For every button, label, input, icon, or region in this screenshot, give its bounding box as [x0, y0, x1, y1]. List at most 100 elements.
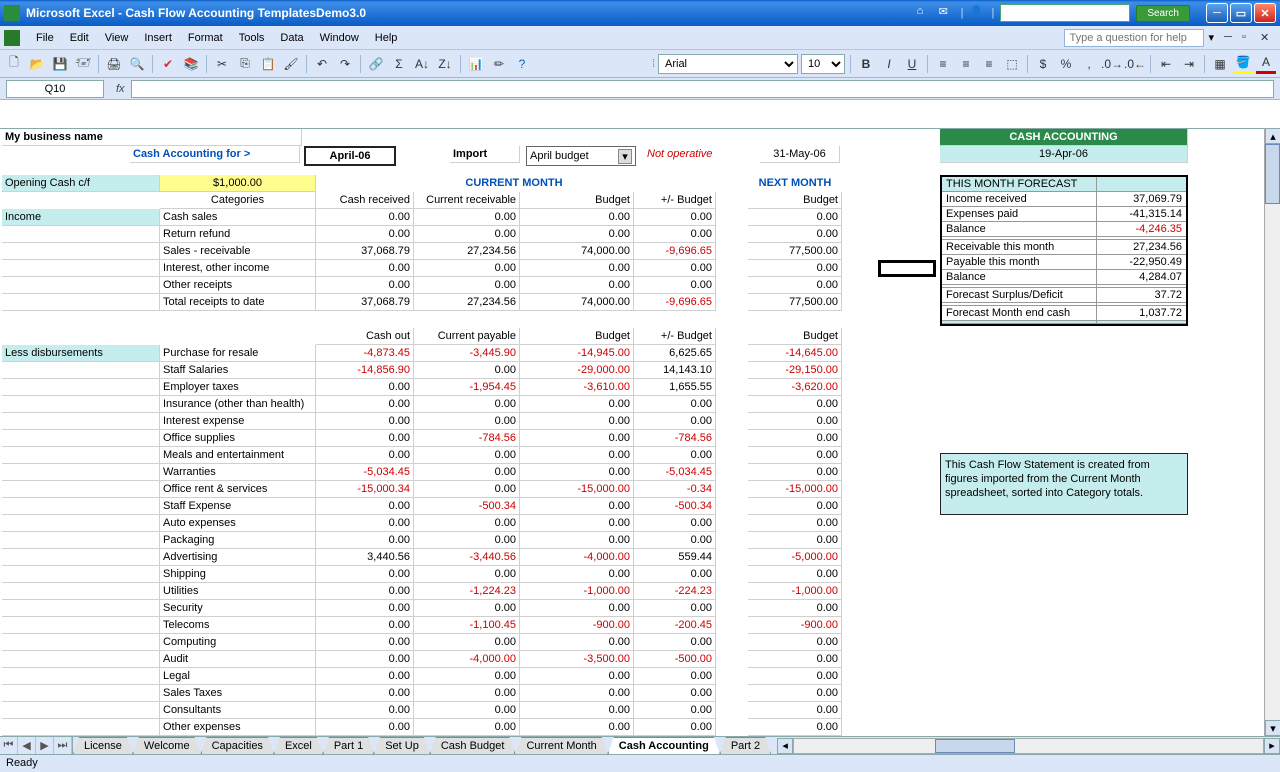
income-next-budget[interactable]: 0.00	[748, 260, 842, 277]
income-cash[interactable]: 37,068.79	[316, 243, 414, 260]
minimize-button[interactable]: ─	[1206, 3, 1228, 23]
sheet-tab-cash-accounting[interactable]: Cash Accounting	[608, 737, 720, 754]
mdi-restore-button[interactable]: ▫	[1242, 31, 1258, 45]
disb-cash[interactable]: 3,440.56	[316, 549, 414, 566]
forecast-row-label[interactable]	[942, 321, 1097, 323]
pm-budget-header[interactable]: +/- Budget	[634, 192, 716, 209]
opening-cash-value[interactable]: $1,000.00	[160, 175, 316, 192]
income-receivable[interactable]: 27,234.56	[414, 243, 520, 260]
disb-next-budget[interactable]: -15,000.00	[748, 481, 842, 498]
blank-cell[interactable]	[2, 481, 160, 498]
disb-payable[interactable]: 0.00	[414, 464, 520, 481]
underline-icon[interactable]: U	[902, 54, 922, 74]
income-receivable[interactable]: 27,234.56	[414, 294, 520, 311]
forecast-row-label[interactable]: Forecast Surplus/Deficit	[942, 288, 1097, 302]
disb-budget[interactable]: 0.00	[520, 413, 634, 430]
tab-first-icon[interactable]: ⏮	[0, 737, 18, 754]
blank-cell[interactable]	[2, 243, 160, 260]
blank-cell[interactable]	[2, 498, 160, 515]
permission-icon[interactable]: 🖅	[73, 54, 93, 74]
disb-payable[interactable]: -1,100.45	[414, 617, 520, 634]
mdi-close-button[interactable]: ✕	[1260, 31, 1276, 45]
disb-category[interactable]: Insurance (other than health)	[160, 396, 316, 413]
dropdown-arrow-icon[interactable]: ▾	[618, 149, 632, 164]
increase-indent-icon[interactable]: ⇥	[1179, 54, 1199, 74]
disbursements-label[interactable]: Less disbursements	[2, 345, 160, 362]
disb-category[interactable]: Shipping	[160, 566, 316, 583]
disb-next-budget[interactable]: -900.00	[748, 617, 842, 634]
sheet-tab-part-1[interactable]: Part 1	[323, 737, 374, 754]
decrease-indent-icon[interactable]: ⇤	[1156, 54, 1176, 74]
vertical-scrollbar[interactable]: ▴ ▾	[1264, 128, 1280, 736]
font-select[interactable]: Arial	[658, 54, 798, 74]
disb-next-budget[interactable]: 0.00	[748, 600, 842, 617]
income-next-budget[interactable]: 77,500.00	[748, 294, 842, 311]
forecast-row-value[interactable]	[1097, 303, 1186, 305]
disb-cash[interactable]: 0.00	[316, 719, 414, 736]
disb-payable[interactable]: -1,224.23	[414, 583, 520, 600]
disb-cash[interactable]: 0.00	[316, 651, 414, 668]
income-pm-budget[interactable]: 0.00	[634, 260, 716, 277]
blank-cell[interactable]	[2, 260, 160, 277]
disb-pm-budget[interactable]: 0.00	[634, 515, 716, 532]
forecast-row-label[interactable]: Balance	[942, 222, 1097, 236]
blank-cell[interactable]	[2, 515, 160, 532]
scroll-right-icon[interactable]: ▸	[1264, 738, 1280, 754]
forecast-row-value[interactable]	[1097, 237, 1186, 239]
disb-pm-budget[interactable]: 0.00	[634, 447, 716, 464]
income-category[interactable]: Cash sales	[160, 209, 316, 226]
disb-cash[interactable]: 0.00	[316, 685, 414, 702]
disb-payable[interactable]: 0.00	[414, 702, 520, 719]
chart-icon[interactable]: 📊	[466, 54, 486, 74]
disb-payable[interactable]: -4,000.00	[414, 651, 520, 668]
income-category[interactable]: Total receipts to date	[160, 294, 316, 311]
disb-payable[interactable]: 0.00	[414, 481, 520, 498]
disb-budget[interactable]: -900.00	[520, 617, 634, 634]
disb-pm-budget[interactable]: 6,625.65	[634, 345, 716, 362]
disb-budget[interactable]: -1,000.00	[520, 583, 634, 600]
income-section-label[interactable]: Income	[2, 209, 160, 226]
disb-next-budget[interactable]: 0.00	[748, 430, 842, 447]
menu-tools[interactable]: Tools	[231, 29, 273, 47]
mail-icon[interactable]: ✉	[939, 5, 955, 21]
comma-icon[interactable]: ,	[1079, 54, 1099, 74]
currency-icon[interactable]: $	[1033, 54, 1053, 74]
scroll-left-icon[interactable]: ◂	[777, 738, 793, 754]
menu-edit[interactable]: Edit	[62, 29, 97, 47]
sheet-tab-current-month[interactable]: Current Month	[515, 737, 607, 754]
forecast-row-label[interactable]: Expenses paid	[942, 207, 1097, 221]
forecast-row-value[interactable]	[1097, 285, 1186, 287]
scroll-up-icon[interactable]: ▴	[1265, 128, 1280, 144]
income-cash[interactable]: 37,068.79	[316, 294, 414, 311]
fx-icon[interactable]: fx	[116, 83, 125, 95]
disb-pm-budget[interactable]: 0.00	[634, 702, 716, 719]
disb-budget-header[interactable]: Budget	[520, 328, 634, 345]
disb-category[interactable]: Advertising	[160, 549, 316, 566]
disb-cash[interactable]: 0.00	[316, 396, 414, 413]
disb-pm-budget[interactable]: 0.00	[634, 668, 716, 685]
menu-window[interactable]: Window	[312, 29, 367, 47]
income-cash[interactable]: 0.00	[316, 209, 414, 226]
disb-budget[interactable]: 0.00	[520, 668, 634, 685]
income-receivable[interactable]: 0.00	[414, 260, 520, 277]
disb-category[interactable]: Security	[160, 600, 316, 617]
disb-pm-budget[interactable]: 14,143.10	[634, 362, 716, 379]
disb-cash[interactable]: 0.00	[316, 447, 414, 464]
align-right-icon[interactable]: ≡	[979, 54, 999, 74]
disb-cash[interactable]: 0.00	[316, 617, 414, 634]
disb-next-budget[interactable]: 0.00	[748, 651, 842, 668]
disb-payable[interactable]: 0.00	[414, 600, 520, 617]
disb-next-budget[interactable]: 0.00	[748, 685, 842, 702]
disb-pm-budget[interactable]: -0.34	[634, 481, 716, 498]
disb-budget[interactable]: -14,945.00	[520, 345, 634, 362]
menu-help[interactable]: Help	[367, 29, 406, 47]
current-receivable-header[interactable]: Current receivable	[414, 192, 520, 209]
income-pm-budget[interactable]: -9,696.65	[634, 243, 716, 260]
blank-cell[interactable]	[2, 634, 160, 651]
disb-category[interactable]: Auto expenses	[160, 515, 316, 532]
income-pm-budget[interactable]: 0.00	[634, 277, 716, 294]
blank-cell[interactable]	[2, 583, 160, 600]
disb-category[interactable]: Meals and entertainment	[160, 447, 316, 464]
user-icon[interactable]: 👤	[969, 5, 985, 21]
increase-decimal-icon[interactable]: .0→	[1102, 54, 1122, 74]
